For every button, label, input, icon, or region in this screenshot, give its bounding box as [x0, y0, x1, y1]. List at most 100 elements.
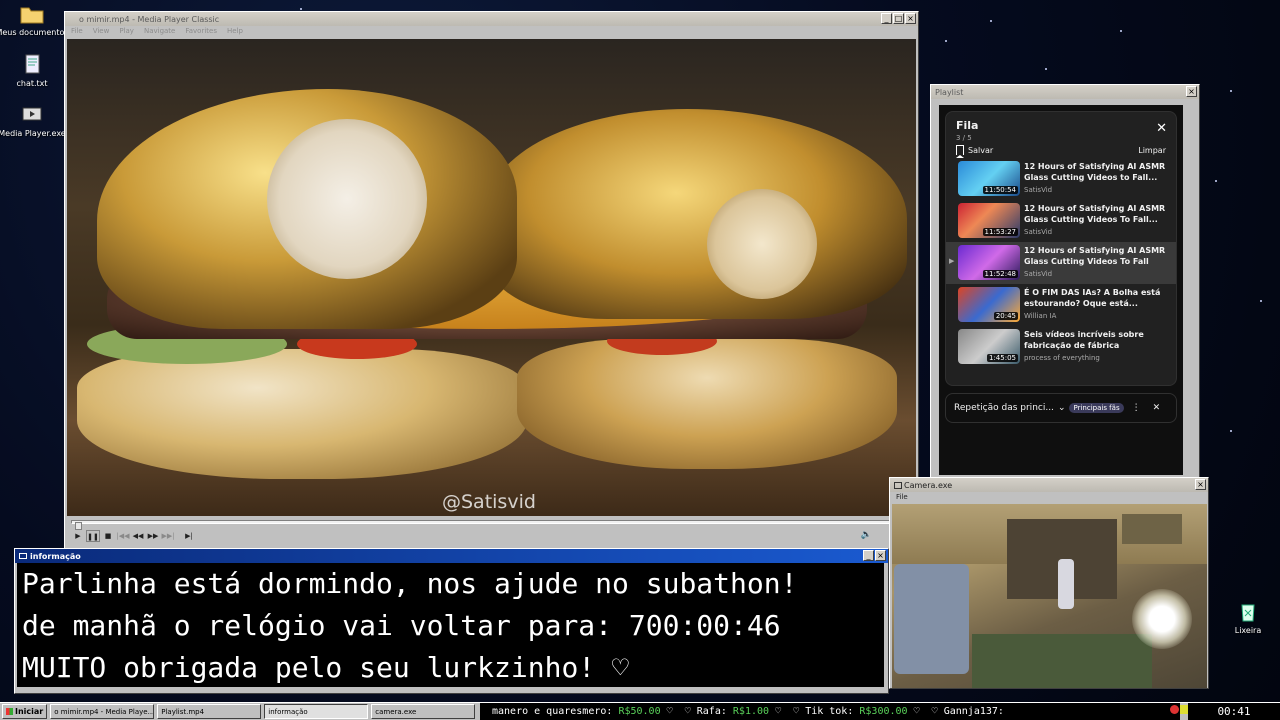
taskbar-item-playlist[interactable]: Playlist.mp4	[157, 704, 262, 719]
desktop-icon-label: Media Player.exe	[0, 129, 66, 138]
minimize-button[interactable]: _	[881, 13, 892, 24]
media-player-menubar: File View Play Navigate Favorites Help	[65, 26, 918, 37]
menu-navigate[interactable]: Navigate	[144, 27, 175, 36]
menu-file[interactable]: File	[896, 493, 908, 502]
desktop-icon-label: Meus documentos	[0, 28, 69, 37]
more-icon[interactable]: ⋮	[1132, 403, 1141, 413]
video-channel: process of everything	[1024, 354, 1100, 362]
video-title: Seis vídeos incríveis sobre fabricação d…	[1024, 330, 1144, 350]
loop-bar: Repetição das princi... ⌄ Principais fãs…	[945, 393, 1177, 423]
queue-item[interactable]: 11:53:27 12 Hours of Satisfying AI ASMR G…	[946, 200, 1176, 242]
next-icon[interactable]: ▶▶|	[161, 530, 175, 542]
video-watermark: @Satisvid	[442, 491, 536, 513]
video-duration: 11:53:27	[982, 228, 1018, 236]
fast-forward-icon[interactable]: ▶▶	[146, 530, 160, 542]
media-player-titlebar[interactable]: o mimir.mp4 - Media Player Classic _ □ ×	[65, 12, 918, 26]
queue-item[interactable]: ▶ 11:52:48 12 Hours of Satisfying AI ASMR …	[946, 242, 1176, 284]
maximize-button[interactable]: □	[893, 13, 904, 24]
start-button[interactable]: Iniciar	[2, 704, 48, 719]
clock: 00:41	[1188, 703, 1280, 720]
video-thumbnail: 11:50:54	[958, 161, 1020, 196]
taskbar-item-player[interactable]: o mimir.mp4 - Media Playe...	[50, 704, 155, 719]
ticker-amount: R$50.00	[618, 706, 661, 717]
info-titlebar[interactable]: informação _ ×	[15, 549, 888, 563]
menu-favorites[interactable]: Favorites	[185, 27, 217, 36]
menu-view[interactable]: View	[93, 27, 110, 36]
ticker-amount: R$1.00	[732, 706, 770, 717]
video-bun-bottom	[77, 349, 527, 479]
queue-list: 11:50:54 12 Hours of Satisfying AI ASMR G…	[946, 158, 1176, 368]
info-title: informação	[30, 551, 81, 561]
video-thumbnail: 1:45:05	[958, 329, 1020, 364]
folder-icon	[20, 7, 44, 24]
video-bread-crumb	[267, 119, 427, 279]
menu-help[interactable]: Help	[227, 27, 243, 36]
ticker-name: Rafa:	[696, 706, 727, 717]
media-player-icon	[22, 107, 42, 121]
frame-step-icon[interactable]: ▶|	[182, 530, 196, 542]
ticker-amount: R$300.00	[859, 706, 908, 717]
video-bun-bottom	[517, 339, 897, 469]
video-duration: 11:50:54	[982, 186, 1018, 194]
menu-file[interactable]: File	[71, 27, 83, 36]
top-fans-chip[interactable]: Principais fãs	[1069, 403, 1124, 413]
clear-button[interactable]: Limpar	[1138, 146, 1166, 155]
close-button[interactable]: ×	[905, 13, 916, 24]
video-channel: SatisVid	[1024, 186, 1053, 194]
donation-ticker: manero e quaresmero: R$50.00 ♡ ♡ Rafa: R…	[480, 703, 1180, 720]
queue-item[interactable]: 1:45:05 Seis vídeos incríveis sobre fabri…	[946, 326, 1176, 368]
close-button[interactable]: ×	[1195, 479, 1206, 490]
seek-thumb[interactable]	[75, 522, 83, 530]
chevron-down-icon[interactable]: ⌄	[1058, 403, 1066, 413]
ticker-name: Tik tok:	[805, 706, 854, 717]
ticker-name: manero e quaresmero:	[492, 706, 613, 717]
video-title: 12 Hours of Satisfying AI ASMR Glass Cut…	[1024, 204, 1166, 224]
video-thumbnail: 11:52:48	[958, 245, 1020, 280]
seek-bar[interactable]	[71, 520, 912, 530]
close-icon[interactable]: ✕	[1153, 403, 1161, 413]
close-button[interactable]: ×	[1186, 86, 1197, 97]
taskbar-item-info[interactable]: informação	[264, 704, 369, 719]
queue-item[interactable]: 20:45 É O FIM DAS IAs? A Bolha está estou…	[946, 284, 1176, 326]
video-frame[interactable]: @Satisvid	[67, 39, 916, 516]
now-playing-icon: ▶	[949, 257, 955, 265]
taskbar-item-camera[interactable]: camera.exe	[371, 704, 476, 719]
camera-feed	[892, 504, 1207, 688]
save-label: Salvar	[968, 145, 994, 155]
playlist-titlebar[interactable]: Playlist ×	[931, 85, 1199, 99]
queue-panel: Fila 3 / 5 ✕ Salvar Limpar 11:50:54 12 Ho…	[945, 111, 1177, 386]
queue-title: Fila	[956, 119, 979, 132]
desktop-icon-recycle-bin[interactable]: Lixeira	[1210, 600, 1280, 635]
playback-controls: ▶ ❚❚ ■ |◀◀ ◀◀ ▶▶ ▶▶| ▶| 🔈	[67, 517, 916, 545]
video-duration: 11:52:48	[982, 270, 1018, 278]
camera-titlebar[interactable]: Camera.exe ×	[890, 478, 1208, 492]
pause-icon[interactable]: ❚❚	[86, 530, 100, 542]
desktop-icon-media-player[interactable]: Media Player.exe	[0, 103, 70, 138]
desktop-icon-documents[interactable]: Meus documentos	[0, 2, 70, 37]
heart-icon: ♡	[775, 706, 782, 717]
close-button[interactable]: ×	[875, 550, 886, 561]
camera-menubar: File	[890, 492, 1208, 503]
play-icon[interactable]: ▶	[71, 530, 85, 542]
video-title: É O FIM DAS IAs? A Bolha está estourando…	[1024, 288, 1161, 308]
rewind-icon[interactable]: ◀◀	[131, 530, 145, 542]
tray-icon[interactable]	[1170, 705, 1179, 714]
minimize-button[interactable]: _	[863, 550, 874, 561]
prev-icon[interactable]: |◀◀	[116, 530, 130, 542]
video-channel: SatisVid	[1024, 270, 1053, 278]
info-window: informação _ × Parlinha está dormindo, n…	[14, 548, 889, 694]
queue-item[interactable]: 11:50:54 12 Hours of Satisfying AI ASMR G…	[946, 158, 1176, 200]
volume-icon[interactable]: 🔈	[861, 530, 872, 540]
video-thumbnail: 20:45	[958, 287, 1020, 322]
menu-play[interactable]: Play	[119, 27, 134, 36]
close-icon[interactable]: ✕	[1156, 121, 1167, 136]
save-button[interactable]: Salvar	[956, 145, 994, 158]
info-line: Parlinha está dormindo, nos ajude no sub…	[22, 567, 798, 600]
playlist-window: Playlist × Fila 3 / 5 ✕ Salvar Limpar 11…	[930, 84, 1200, 484]
desktop-icon-chat[interactable]: chat.txt	[0, 53, 70, 88]
loop-label[interactable]: Repetição das princi...	[954, 403, 1054, 413]
video-bread-crumb	[707, 189, 817, 299]
info-line: de manhã o relógio vai voltar para: 700:…	[22, 609, 781, 642]
text-file-icon	[25, 54, 40, 74]
stop-icon[interactable]: ■	[101, 530, 115, 542]
